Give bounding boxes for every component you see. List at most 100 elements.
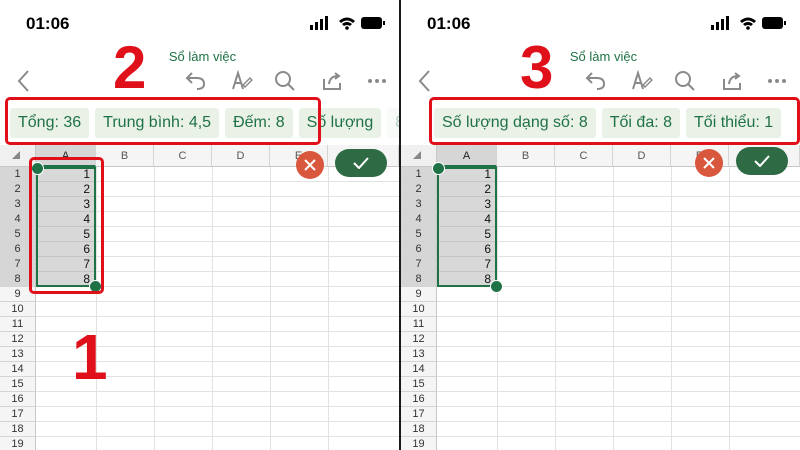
row-header-2[interactable]: 2 — [0, 182, 36, 197]
cell-a3[interactable]: 3 — [36, 197, 96, 212]
stat-numeric-count[interactable]: Số lượng — [298, 108, 382, 138]
row-header-10[interactable]: 10 — [401, 302, 437, 317]
column-header-d[interactable]: D — [212, 145, 270, 167]
row-header-16[interactable]: 16 — [0, 392, 36, 407]
table-row[interactable] — [437, 332, 800, 347]
table-row[interactable] — [437, 302, 800, 317]
table-row[interactable] — [437, 407, 800, 422]
row-header-11[interactable]: 11 — [401, 317, 437, 332]
more-button[interactable] — [762, 66, 792, 96]
table-row[interactable] — [437, 347, 800, 362]
column-header-b[interactable]: B — [497, 145, 555, 167]
undo-button[interactable] — [181, 66, 211, 96]
column-header-a[interactable]: A — [36, 145, 96, 167]
column-header-a[interactable]: A — [437, 145, 497, 167]
cancel-button[interactable] — [296, 151, 324, 179]
table-row[interactable] — [36, 392, 399, 407]
row-header-13[interactable]: 13 — [0, 347, 36, 362]
table-row[interactable] — [437, 377, 800, 392]
more-button[interactable] — [362, 66, 392, 96]
cell-a6[interactable]: 6 — [36, 242, 96, 257]
share-button[interactable] — [717, 66, 747, 96]
row-header-14[interactable]: 14 — [0, 362, 36, 377]
cell-a2[interactable]: 2 — [437, 182, 497, 197]
cell-a6[interactable]: 6 — [437, 242, 497, 257]
row-header-5[interactable]: 5 — [401, 227, 437, 242]
table-row[interactable] — [36, 407, 399, 422]
stat-numeric-count[interactable]: Số lượng dạng số: 8 — [434, 108, 596, 138]
row-header-10[interactable]: 10 — [0, 302, 36, 317]
table-row[interactable] — [437, 392, 800, 407]
cell-a4[interactable]: 4 — [36, 212, 96, 227]
back-button[interactable] — [8, 66, 38, 96]
row-header-5[interactable]: 5 — [0, 227, 36, 242]
selection-end-handle[interactable] — [89, 280, 102, 293]
row-header-7[interactable]: 7 — [401, 257, 437, 272]
row-header-8[interactable]: 8 — [0, 272, 36, 287]
table-row[interactable] — [437, 437, 800, 450]
search-button[interactable] — [270, 66, 300, 96]
row-header-4[interactable]: 4 — [401, 212, 437, 227]
row-header-7[interactable]: 7 — [0, 257, 36, 272]
row-header-14[interactable]: 14 — [401, 362, 437, 377]
row-header-19[interactable]: 19 — [401, 437, 437, 450]
table-row[interactable] — [437, 422, 800, 437]
row-header-9[interactable]: 9 — [0, 287, 36, 302]
confirm-button[interactable] — [736, 147, 788, 175]
stat-sum[interactable]: Tổng: 36 — [10, 108, 90, 138]
cell-a8[interactable]: 8 — [437, 272, 497, 287]
selection-start-handle[interactable] — [432, 162, 445, 175]
cell-a1[interactable]: 1 — [437, 167, 497, 182]
row-header-3[interactable]: 3 — [401, 197, 437, 212]
cell-a7[interactable]: 7 — [36, 257, 96, 272]
share-button[interactable] — [317, 66, 347, 96]
row-header-15[interactable]: 15 — [0, 377, 36, 392]
row-header-16[interactable]: 16 — [401, 392, 437, 407]
select-all-corner[interactable] — [0, 145, 36, 167]
row-header-8[interactable]: 8 — [401, 272, 437, 287]
row-header-12[interactable]: 12 — [0, 332, 36, 347]
stat-max[interactable]: Tối đa: 8 — [601, 108, 681, 138]
search-button[interactable] — [670, 66, 700, 96]
row-header-18[interactable]: 18 — [0, 422, 36, 437]
row-header-11[interactable]: 11 — [0, 317, 36, 332]
cell-a5[interactable]: 5 — [437, 227, 497, 242]
row-header-17[interactable]: 17 — [0, 407, 36, 422]
cell-a2[interactable]: 2 — [36, 182, 96, 197]
table-row[interactable] — [437, 317, 800, 332]
row-header-2[interactable]: 2 — [401, 182, 437, 197]
draw-button[interactable] — [626, 66, 656, 96]
spreadsheet-grid[interactable]: ABCDE11223344556677889101112131415161718… — [0, 145, 399, 450]
row-header-19[interactable]: 19 — [0, 437, 36, 450]
cell-a3[interactable]: 3 — [437, 197, 497, 212]
spreadsheet-grid[interactable]: ABCDE11223344556677889101112131415161718… — [401, 145, 800, 450]
row-header-17[interactable]: 17 — [401, 407, 437, 422]
stat-average[interactable]: Trung bình: 4,5 — [95, 108, 220, 138]
cell-a1[interactable]: 1 — [36, 167, 96, 182]
table-row[interactable] — [437, 362, 800, 377]
column-header-c[interactable]: C — [154, 145, 212, 167]
cell-a4[interactable]: 4 — [437, 212, 497, 227]
selection-end-handle[interactable] — [490, 280, 503, 293]
draw-button[interactable] — [226, 66, 256, 96]
select-all-corner[interactable] — [401, 145, 437, 167]
row-header-15[interactable]: 15 — [401, 377, 437, 392]
stat-min[interactable]: Tối thiểu: 1 — [686, 108, 782, 138]
undo-button[interactable] — [581, 66, 611, 96]
table-row[interactable] — [36, 302, 399, 317]
row-header-13[interactable]: 13 — [401, 347, 437, 362]
row-header-4[interactable]: 4 — [0, 212, 36, 227]
table-row[interactable] — [36, 422, 399, 437]
confirm-button[interactable] — [335, 149, 387, 177]
back-button[interactable] — [409, 66, 439, 96]
cell-a8[interactable]: 8 — [36, 272, 96, 287]
cancel-button[interactable] — [695, 149, 723, 177]
table-row[interactable] — [36, 437, 399, 450]
row-header-9[interactable]: 9 — [401, 287, 437, 302]
row-header-12[interactable]: 12 — [401, 332, 437, 347]
row-header-18[interactable]: 18 — [401, 422, 437, 437]
stat-count[interactable]: Đếm: 8 — [225, 108, 293, 138]
selection-start-handle[interactable] — [31, 162, 44, 175]
column-header-c[interactable]: C — [555, 145, 613, 167]
cell-a5[interactable]: 5 — [36, 227, 96, 242]
